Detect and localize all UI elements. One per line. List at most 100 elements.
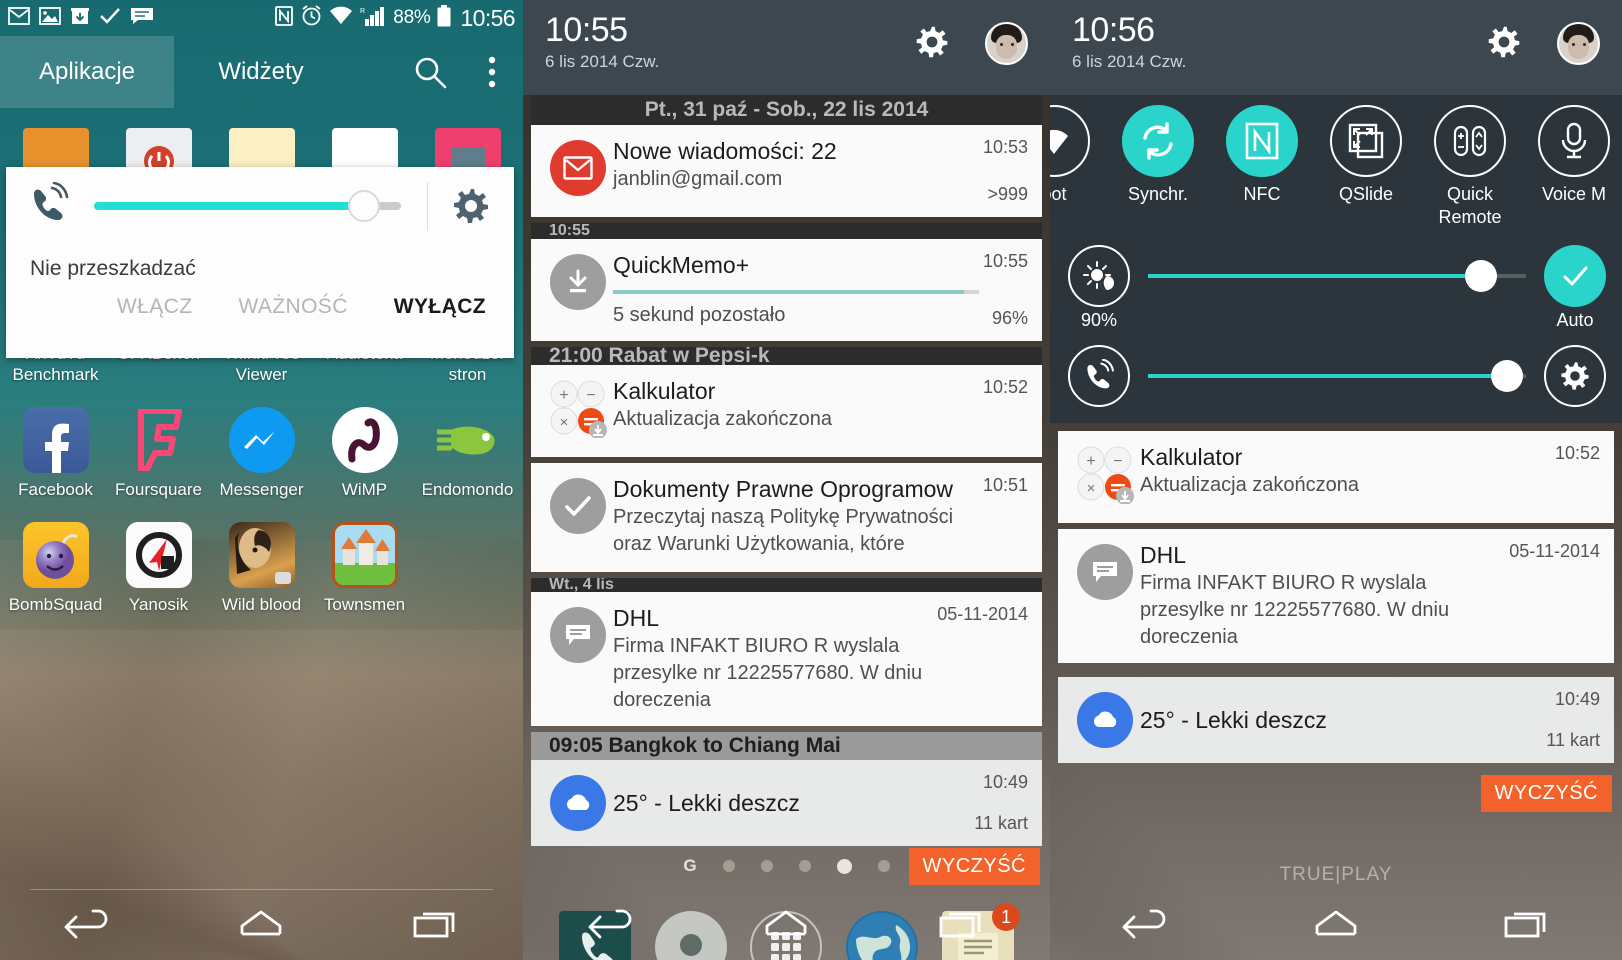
gear-icon[interactable] bbox=[1486, 24, 1522, 65]
notification-legal-docs[interactable]: Dokumenty Prawne Oprogramow Przeczytaj n… bbox=[531, 463, 1042, 572]
recents-icon[interactable] bbox=[935, 906, 989, 945]
qs-tile-sync[interactable]: Synchr. bbox=[1106, 105, 1210, 206]
volume-row bbox=[1050, 331, 1622, 411]
notification-title: DHL bbox=[613, 605, 660, 631]
qs-tile-quick-remote[interactable]: Quick Remote bbox=[1418, 105, 1522, 229]
weather-cloud-icon bbox=[543, 772, 613, 834]
background-calendar-row: 09:05 Bangkok to Chiang Mai bbox=[531, 732, 1042, 760]
endomondo-icon bbox=[435, 407, 501, 473]
gear-icon[interactable] bbox=[428, 186, 514, 226]
messenger-icon bbox=[228, 407, 295, 473]
dnd-on-button[interactable]: WŁĄCZ bbox=[117, 295, 193, 319]
app-item-endomondo[interactable]: Endomondo bbox=[416, 407, 519, 500]
notification-dhl[interactable]: DHL Firma INFAKT BIURO R wyslala przesyl… bbox=[531, 592, 1042, 726]
message-icon bbox=[130, 7, 154, 30]
app-item-wimp[interactable]: WiMP bbox=[313, 407, 416, 500]
qs-tile-nfc[interactable]: NFC bbox=[1210, 105, 1314, 206]
avatar[interactable] bbox=[1557, 22, 1600, 65]
qs-tile-qslide[interactable]: QSlide bbox=[1314, 105, 1418, 206]
notification-text: Firma INFAKT BIURO R wyslala przesylke n… bbox=[1140, 572, 1450, 648]
qs-tile-hotspot[interactable]: pot bbox=[1050, 105, 1106, 206]
dnd-title: Nie przeszkadzać bbox=[30, 257, 196, 280]
navigation-bar bbox=[1050, 890, 1622, 960]
notification-title: Kalkulator bbox=[613, 378, 716, 404]
svg-text:+: + bbox=[559, 387, 568, 404]
app-item-messenger[interactable]: Messenger bbox=[210, 407, 313, 500]
qs-label: Synchr. bbox=[1127, 184, 1189, 204]
download-progress-bar bbox=[613, 290, 979, 294]
dnd-priority-button[interactable]: WAŻNOŚĆ bbox=[238, 295, 347, 319]
recents-icon[interactable] bbox=[1500, 906, 1554, 945]
notification-title: Dokumenty Prawne Oprogramow bbox=[613, 476, 954, 502]
signal-icon: R bbox=[360, 6, 386, 31]
gear-icon[interactable] bbox=[914, 24, 950, 65]
auto-brightness-toggle[interactable] bbox=[1544, 245, 1606, 307]
clear-notifications-button[interactable]: WYCZYŚĆ bbox=[1480, 775, 1612, 812]
dnd-off-button[interactable]: WYŁĄCZ bbox=[394, 295, 486, 319]
svg-text:R: R bbox=[360, 8, 365, 15]
qs-label: Voice M bbox=[1541, 184, 1607, 204]
qs-tile-voice-mate[interactable]: Voice M bbox=[1522, 105, 1622, 206]
sms-icon bbox=[1070, 541, 1140, 651]
page-dot[interactable] bbox=[877, 860, 890, 872]
page-dot[interactable] bbox=[760, 860, 773, 872]
overflow-menu-icon[interactable] bbox=[461, 55, 523, 89]
back-icon[interactable] bbox=[584, 906, 638, 945]
volume-slider[interactable] bbox=[1148, 360, 1526, 392]
notification-weather[interactable]: 25° - Lekki deszcz 10:49 11 kart bbox=[531, 760, 1042, 846]
search-icon[interactable] bbox=[399, 54, 461, 90]
home-icon[interactable] bbox=[234, 906, 288, 945]
ringer-volume-icon bbox=[26, 181, 72, 231]
ringer-volume-icon bbox=[1068, 345, 1130, 407]
notification-title: 25° - Lekki deszcz bbox=[1140, 706, 1327, 733]
nfc-icon bbox=[274, 5, 294, 31]
app-item-townsmen[interactable]: Townsmen bbox=[313, 522, 416, 615]
panel-app-drawer: R 88% 10:56 Aplikacje Widżety Benchmark … bbox=[0, 0, 523, 960]
home-icon[interactable] bbox=[1309, 906, 1363, 945]
notification-kalkulator[interactable]: + − × Kalkulator Aktualizacja zakończona… bbox=[1058, 431, 1614, 523]
svg-text:×: × bbox=[560, 414, 569, 431]
gear-icon[interactable] bbox=[1544, 345, 1606, 407]
checkmark-icon bbox=[99, 7, 121, 29]
tab-widzety[interactable]: Widżety bbox=[174, 36, 348, 108]
alarm-icon bbox=[301, 5, 322, 31]
notification-quickmemo[interactable]: QuickMemo+ 5 sekund pozostało 10:55 96% bbox=[531, 239, 1042, 341]
shade-clock: 10:56 bbox=[1072, 11, 1155, 49]
app-item-yanosik[interactable]: Yanosik bbox=[107, 522, 210, 615]
clear-notifications-button[interactable]: WYCZYŚĆ bbox=[908, 848, 1040, 885]
recents-icon[interactable] bbox=[409, 906, 463, 945]
notification-title: 25° - Lekki deszcz bbox=[613, 789, 800, 816]
back-icon[interactable] bbox=[1118, 906, 1172, 945]
wildblood-icon bbox=[228, 522, 295, 588]
brightness-slider[interactable] bbox=[1148, 260, 1526, 292]
battery-icon bbox=[437, 4, 451, 32]
app-item-bombsquad[interactable]: BombSquad bbox=[4, 522, 107, 615]
notification-dhl[interactable]: DHL Firma INFAKT BIURO R wyslala przesyl… bbox=[1058, 529, 1614, 663]
page-dot[interactable] bbox=[798, 860, 811, 872]
back-icon[interactable] bbox=[60, 906, 114, 945]
navigation-bar bbox=[0, 890, 523, 960]
notification-title: DHL bbox=[1140, 542, 1187, 568]
notification-title: QuickMemo+ bbox=[613, 252, 750, 278]
avatar[interactable] bbox=[985, 22, 1028, 65]
shade-content: pot Synchr. NFC bbox=[1050, 95, 1622, 960]
page-dot-active[interactable] bbox=[836, 858, 852, 874]
app-item-foursquare[interactable]: Foursquare bbox=[107, 407, 210, 500]
panel-quick-settings: 10:56 6 lis 2014 Czw. pot bbox=[1050, 0, 1622, 960]
quick-remote-icon bbox=[1434, 105, 1506, 177]
home-icon[interactable] bbox=[759, 906, 813, 945]
download-icon bbox=[543, 251, 613, 329]
background-calendar-row: Pt., 31 paź - Sob., 22 lis 2014 bbox=[531, 95, 1042, 125]
tab-aplikacje[interactable]: Aplikacje bbox=[0, 36, 174, 108]
notification-kalkulator[interactable]: + − × Kalkulator Aktualizacja zakończona… bbox=[531, 365, 1042, 457]
app-item-facebook[interactable]: Facebook bbox=[4, 407, 107, 500]
app-item-wildblood[interactable]: Wild blood bbox=[210, 522, 313, 615]
notification-gmail[interactable]: Nowe wiadomości: 22 janblin@gmail.com 10… bbox=[531, 125, 1042, 217]
downloads-icon bbox=[70, 6, 90, 30]
app-label: Townsmen bbox=[323, 595, 406, 614]
ringer-volume-slider[interactable] bbox=[94, 190, 401, 222]
voice-mate-icon bbox=[1538, 105, 1610, 177]
notification-weather[interactable]: 25° - Lekki deszcz 10:49 11 kart bbox=[1058, 677, 1614, 763]
notification-text: Aktualizacja zakończona bbox=[613, 408, 833, 430]
page-dot[interactable] bbox=[722, 860, 735, 872]
